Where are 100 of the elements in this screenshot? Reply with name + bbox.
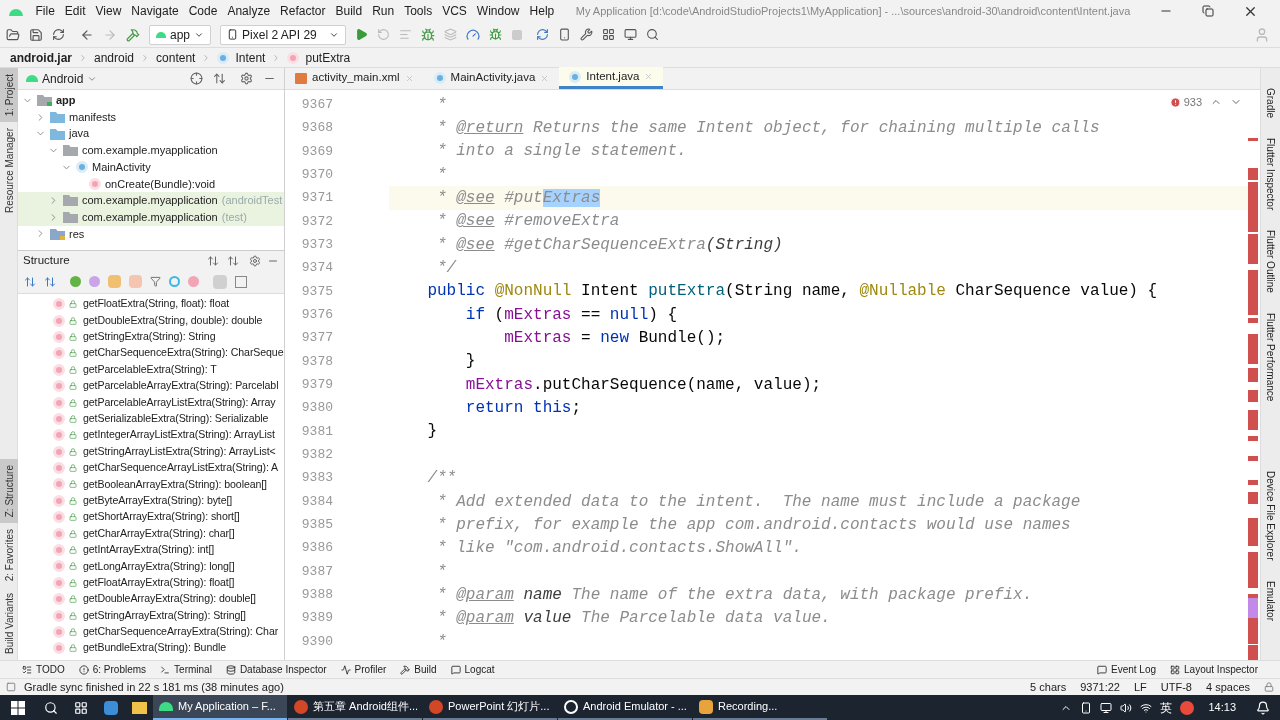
- tool-window-tab[interactable]: 2: Favorites: [0, 522, 18, 588]
- open-folder-icon[interactable]: [6, 27, 20, 42]
- menu-item[interactable]: Analyze: [222, 2, 275, 20]
- structure-item[interactable]: getBooleanArrayExtra(String): boolean[]: [83, 476, 267, 493]
- structure-item[interactable]: getParcelableExtra(String): T: [83, 361, 217, 378]
- project-view-dropdown[interactable]: Android: [42, 69, 84, 88]
- tool-window-tab[interactable]: Device File Explorer: [1263, 471, 1278, 561]
- window-icon[interactable]: [623, 28, 637, 41]
- debug-icon[interactable]: [420, 27, 435, 42]
- tool-window-tab[interactable]: Emulator: [1263, 580, 1278, 621]
- tree-item[interactable]: onCreate(Bundle):void: [105, 175, 216, 193]
- structure-item[interactable]: getCharSequenceArrayExtra(String): Char: [83, 624, 279, 640]
- error-icon[interactable]: [1169, 96, 1181, 108]
- taskbar-app[interactable]: My Application – F...: [153, 695, 287, 720]
- status-item[interactable]: LF: [1133, 678, 1147, 696]
- clock[interactable]: 14:13: [1208, 699, 1236, 716]
- autoscroll-from-source-icon[interactable]: [235, 275, 247, 288]
- lock-icon[interactable]: [1264, 682, 1274, 692]
- tool-window-button[interactable]: Build: [400, 662, 437, 677]
- tool-window-tab[interactable]: Resource Manager: [0, 122, 18, 220]
- menu-item[interactable]: Edit: [60, 2, 91, 20]
- search-icon[interactable]: [645, 28, 659, 41]
- breadcrumb-item[interactable]: android.jar: [10, 48, 72, 67]
- tool-window-button[interactable]: TODO: [22, 662, 65, 677]
- tree-item[interactable]: com.example.myapplication: [82, 142, 218, 159]
- tree-item[interactable]: app: [56, 92, 76, 109]
- menu-item[interactable]: Navigate: [126, 2, 184, 20]
- breadcrumb-item[interactable]: Intent: [235, 48, 266, 67]
- inherited-filter-icon[interactable]: [70, 276, 81, 287]
- status-item[interactable]: 4 spaces: [1205, 678, 1250, 696]
- structure-item[interactable]: getIntegerArrayListExtra(String): ArrayList: [83, 427, 275, 444]
- tool-window-tab[interactable]: Build Variants: [0, 587, 18, 660]
- search-icon[interactable]: [44, 700, 58, 715]
- sort-alpha-icon[interactable]: [44, 275, 56, 288]
- tree-item[interactable]: MainActivity: [92, 158, 151, 176]
- input-method-indicator[interactable]: 英: [1160, 698, 1173, 717]
- sdk-manager-icon[interactable]: [579, 28, 593, 41]
- display-icon[interactable]: [1100, 701, 1113, 714]
- taskbar-app[interactable]: 第五章 Android组件...: [288, 695, 422, 720]
- structure-item[interactable]: getStringArrayListExtra(String): ArrayList<: [83, 443, 276, 460]
- volume-icon[interactable]: [1120, 701, 1133, 714]
- tool-window-tab[interactable]: Z: Structure: [0, 458, 18, 523]
- tree-item[interactable]: com.example.myapplication: [82, 192, 218, 209]
- structure-item[interactable]: getCharSequenceExtra(String): CharSeque: [83, 345, 284, 362]
- menu-item[interactable]: View: [91, 2, 126, 20]
- tool-window-tab[interactable]: Flutter Outline: [1263, 230, 1278, 294]
- tool-window-tab[interactable]: 1: Project: [0, 68, 18, 123]
- tool-window-tab[interactable]: Gradle: [1263, 88, 1278, 118]
- tree-item[interactable]: java: [69, 125, 90, 142]
- sync-icon[interactable]: [52, 28, 65, 41]
- taskbar-app[interactable]: Recording...: [693, 695, 827, 720]
- menu-item[interactable]: Build: [330, 2, 367, 20]
- breadcrumb-item[interactable]: putExtra: [305, 48, 351, 67]
- menu-item[interactable]: Tools: [399, 2, 437, 20]
- structure-item[interactable]: getShortArrayExtra(String): short[]: [83, 509, 240, 526]
- tool-window-button[interactable]: Terminal: [160, 662, 212, 677]
- restore-icon[interactable]: [1202, 5, 1214, 17]
- panel-toggle-icon[interactable]: [6, 682, 16, 692]
- avd-manager-icon[interactable]: [557, 28, 571, 41]
- taskbar-app[interactable]: PowerPoint 幻灯片...: [423, 695, 557, 720]
- network-icon[interactable]: [1140, 701, 1153, 714]
- breadcrumb-item[interactable]: android: [94, 48, 135, 67]
- problem-count[interactable]: 933: [1183, 94, 1202, 111]
- menu-item[interactable]: Window: [472, 2, 525, 20]
- status-item[interactable]: 9371:22: [1080, 678, 1120, 696]
- structure-item[interactable]: getFloatArrayExtra(String): float[]: [83, 574, 235, 591]
- menu-item[interactable]: Help: [525, 2, 559, 20]
- menu-item[interactable]: VCS: [437, 2, 472, 20]
- structure-item[interactable]: getStringExtra(String): String: [83, 329, 216, 345]
- project-structure-icon[interactable]: [601, 28, 615, 41]
- structure-item[interactable]: getByteArrayExtra(String): byte[]: [83, 492, 233, 509]
- status-item[interactable]: 5 chars: [1030, 678, 1067, 696]
- tool-window-button[interactable]: Profiler: [340, 662, 387, 677]
- expand-all-icon[interactable]: [207, 254, 219, 267]
- structure-item[interactable]: getParcelableArrayExtra(String): Parcelabl: [83, 378, 279, 395]
- filter-icon[interactable]: [150, 276, 161, 287]
- debugger-icon[interactable]: [488, 28, 502, 41]
- tree-item[interactable]: res: [69, 225, 85, 243]
- tool-window-tab[interactable]: Flutter Inspector: [1263, 138, 1278, 211]
- structure-item[interactable]: getSerializableExtra(String): Serializable: [83, 411, 269, 427]
- run-config-dropdown[interactable]: app: [149, 24, 212, 45]
- tool-window-button[interactable]: Logcat: [450, 662, 495, 677]
- fields-filter-icon[interactable]: [108, 275, 121, 288]
- editor-tab[interactable]: Intent.java: [559, 67, 664, 89]
- tree-item[interactable]: com.example.myapplication: [82, 208, 218, 226]
- collapse-all-icon[interactable]: [227, 254, 239, 267]
- menu-item[interactable]: File: [31, 2, 60, 20]
- tool-window-button[interactable]: Layout Inspector: [1170, 662, 1258, 677]
- menu-item[interactable]: Run: [367, 2, 399, 20]
- structure-item[interactable]: getBundleExtra(String): Bundle: [83, 640, 227, 657]
- taskbar-app[interactable]: Android Emulator - ...: [558, 695, 692, 720]
- menu-item[interactable]: Refactor: [275, 2, 330, 20]
- back-icon[interactable]: [80, 27, 94, 42]
- collapse-all-icon[interactable]: [213, 72, 226, 85]
- profiler-icon[interactable]: [465, 27, 480, 42]
- folder-icon[interactable]: [132, 701, 147, 714]
- tool-window-button[interactable]: 6: Problems: [78, 662, 147, 677]
- tool-window-tab[interactable]: Flutter Performance: [1263, 313, 1278, 402]
- app-icon[interactable]: [104, 700, 118, 715]
- structure-item[interactable]: getCharArrayExtra(String): char[]: [83, 525, 235, 542]
